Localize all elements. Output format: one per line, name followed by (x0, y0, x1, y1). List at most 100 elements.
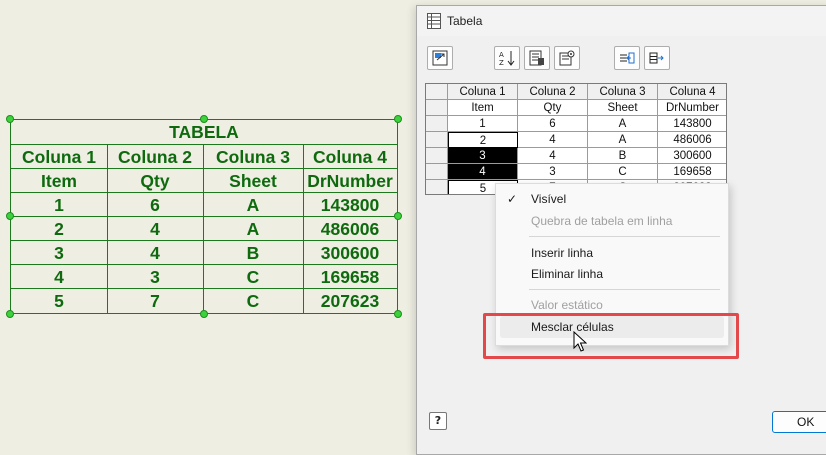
menu-item-quebra-de-tabela: Quebra de tabela em linha (496, 210, 728, 232)
grid-row-header[interactable] (426, 116, 448, 132)
table-grid[interactable]: Coluna 1 Coluna 2 Coluna 3 Coluna 4 Item… (425, 83, 727, 195)
mouse-cursor-icon (573, 331, 587, 352)
sort-button[interactable]: A Z (494, 46, 520, 70)
grid-row-header[interactable] (426, 132, 448, 148)
selection-grip[interactable] (6, 115, 14, 123)
export-button[interactable] (524, 46, 550, 70)
selection-grip[interactable] (6, 310, 14, 318)
column-divider (203, 144, 204, 313)
grid-row: 3 4 B 300600 (426, 148, 726, 164)
help-button[interactable]: ? (429, 412, 447, 430)
grid-cell[interactable]: 3 (518, 164, 588, 180)
column-right-button[interactable] (644, 46, 670, 70)
menu-item-label: Inserir linha (531, 246, 594, 260)
menu-item-label: Visível (531, 192, 567, 206)
menu-item-inserir-linha[interactable]: Inserir linha (496, 242, 728, 264)
grid-row: Item Qty Sheet DrNumber (426, 100, 726, 116)
drawing-table-cell: 6 (150, 195, 160, 215)
menu-separator (529, 236, 720, 237)
settings-button[interactable] (554, 46, 580, 70)
grid-cell-selected[interactable]: 3 (448, 148, 518, 164)
grid-cell[interactable]: Item (448, 100, 518, 116)
menu-separator (529, 289, 720, 290)
drawing-table-cell: 4 (150, 219, 160, 239)
selection-grip[interactable] (200, 310, 208, 318)
drawing-table[interactable]: TABELA Coluna 1 Coluna 2 Coluna 3 Coluna… (10, 119, 398, 314)
table-source-button[interactable] (427, 46, 453, 70)
drawing-table-row: 1 6 A 143800 (11, 192, 397, 217)
grid-cell-current[interactable]: 2 (448, 132, 518, 148)
grid-cell[interactable]: 143800 (658, 116, 726, 132)
svg-text:A: A (499, 51, 504, 59)
drawing-table-cell: B (246, 243, 260, 263)
table-icon (427, 13, 441, 29)
drawing-table-cell: 2 (54, 219, 64, 239)
grid-cell[interactable]: Qty (518, 100, 588, 116)
grid-row-header[interactable] (426, 180, 448, 194)
drawing-table-cell: A (246, 219, 260, 239)
grid-cell[interactable]: A (588, 132, 658, 148)
grid-cell-selected[interactable]: 4 (448, 164, 518, 180)
grid-cell[interactable]: DrNumber (658, 100, 726, 116)
drawing-table-cell: 3 (54, 243, 64, 263)
grid-cell[interactable]: 1 (448, 116, 518, 132)
drawing-table-cell: 1 (54, 195, 64, 215)
drawing-table-cell: Item (41, 171, 77, 191)
selection-grip[interactable] (394, 310, 402, 318)
drawing-table-header-row: Coluna 1 Coluna 2 Coluna 3 Coluna 4 (11, 144, 397, 169)
grid-row-header[interactable] (426, 100, 448, 116)
menu-item-label: Quebra de tabela em linha (531, 214, 673, 228)
grid-row: 1 6 A 143800 (426, 116, 726, 132)
grid-column-header[interactable]: Coluna 2 (518, 84, 588, 100)
grid-cell[interactable]: 486006 (658, 132, 726, 148)
drawing-table-cell: 4 (54, 267, 64, 287)
selection-grip[interactable] (394, 212, 402, 220)
grid-corner-cell[interactable] (426, 84, 448, 100)
column-left-button[interactable] (614, 46, 640, 70)
grid-cell[interactable]: 6 (518, 116, 588, 132)
highlight-annotation (483, 313, 739, 359)
grid-row-header[interactable] (426, 164, 448, 180)
grid-cell[interactable]: Sheet (588, 100, 658, 116)
selection-grip[interactable] (200, 115, 208, 123)
grid-header-row: Coluna 1 Coluna 2 Coluna 3 Coluna 4 (426, 84, 726, 100)
drawing-table-cell: DrNumber (307, 171, 393, 191)
grid-cell[interactable]: C (588, 164, 658, 180)
drawing-table-cell: 486006 (320, 219, 380, 239)
table-source-icon (432, 50, 448, 66)
drawing-table-header-cell: Coluna 4 (313, 147, 387, 167)
drawing-table-cell: 7 (150, 291, 160, 311)
drawing-table-row: Item Qty Sheet DrNumber (11, 168, 397, 193)
menu-item-eliminar-linha[interactable]: Eliminar linha (496, 263, 728, 285)
grid-column-header[interactable]: Coluna 4 (658, 84, 726, 100)
dialog-titlebar[interactable]: Tabela (417, 6, 826, 36)
grid-cell[interactable]: 169658 (658, 164, 726, 180)
grid-cell[interactable]: B (588, 148, 658, 164)
menu-item-label: Eliminar linha (531, 267, 604, 281)
ok-button[interactable]: OK (772, 411, 826, 433)
drawing-table-header-cell: Coluna 2 (118, 147, 192, 167)
grid-row: 2 4 A 486006 (426, 132, 726, 148)
drawing-table-row: 2 4 A 486006 (11, 216, 397, 241)
selection-grip[interactable] (394, 115, 402, 123)
grid-cell[interactable]: 4 (518, 132, 588, 148)
drawing-table-cell: 4 (150, 243, 160, 263)
drawing-table-cell: 5 (54, 291, 64, 311)
drawing-table-cell: A (246, 195, 260, 215)
grid-column-header[interactable]: Coluna 1 (448, 84, 518, 100)
grid-row-header[interactable] (426, 148, 448, 164)
menu-item-visivel[interactable]: ✓ Visível (496, 188, 728, 210)
drawing-table-cell: 143800 (320, 195, 380, 215)
grid-cell[interactable]: A (588, 116, 658, 132)
column-divider (303, 144, 304, 313)
drawing-table-header-cell: Coluna 3 (216, 147, 290, 167)
column-right-icon (649, 52, 664, 64)
drawing-table-cell: C (246, 291, 260, 311)
grid-column-header[interactable]: Coluna 3 (588, 84, 658, 100)
svg-text:Z: Z (499, 59, 504, 66)
grid-cell[interactable]: 300600 (658, 148, 726, 164)
drawing-table-cell: Sheet (229, 171, 277, 191)
grid-cell[interactable]: 4 (518, 148, 588, 164)
selection-grip[interactable] (6, 212, 14, 220)
checkmark-icon: ✓ (507, 192, 518, 206)
